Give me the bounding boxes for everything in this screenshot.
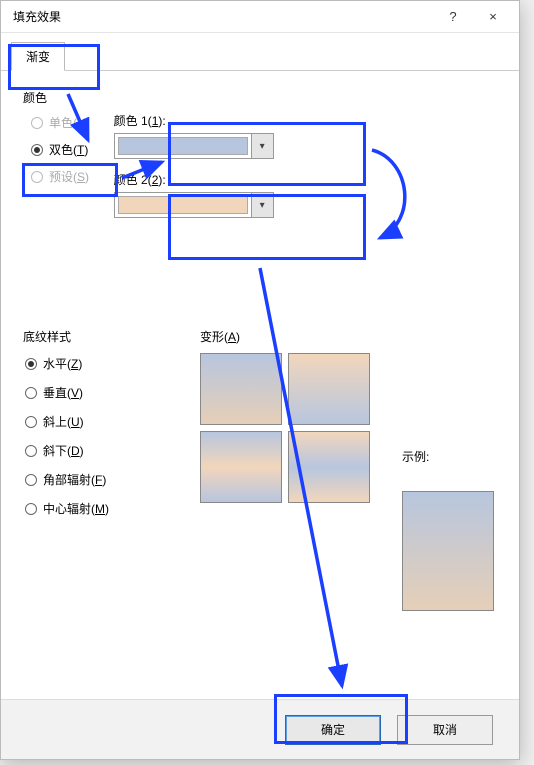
radio-label: 中心辐射(M) — [43, 500, 109, 517]
color1-label: 颜色 1(1): — [114, 112, 274, 129]
colors-area: 单色(N) 双色(T) 预设(S) 颜色 1(1): ▾ — [23, 112, 497, 218]
titlebar[interactable]: 填充效果 ? × — [1, 1, 519, 33]
radio-label: 预设(S) — [49, 168, 89, 185]
radio-label: 双色(T) — [49, 141, 88, 158]
shading-label: 底纹样式 — [23, 328, 178, 345]
color1-dropdown-button[interactable]: ▾ — [251, 134, 273, 158]
dialog-content: 颜色 单色(N) 双色(T) 预设(S) 颜色 1(1): — [1, 71, 519, 699]
fill-effects-dialog: 填充效果 ? × 渐变 颜色 单色(N) 双色(T) — [0, 0, 520, 760]
color2-dropdown-button[interactable]: ▾ — [251, 193, 273, 217]
radio-icon — [25, 445, 37, 457]
titlebar-buttons: ? × — [433, 2, 513, 32]
tab-gradient[interactable]: 渐变 — [11, 42, 65, 71]
radio-vertical[interactable]: 垂直(V) — [25, 384, 178, 401]
shading-styles: 底纹样式 水平(Z) 垂直(V) 斜上(U) — [23, 328, 178, 611]
spacer — [23, 218, 497, 328]
radio-label: 斜下(D) — [43, 442, 84, 459]
variants-label: 变形(A) — [200, 328, 380, 345]
dialog-title: 填充效果 — [13, 8, 61, 25]
example-area: 示例: — [402, 328, 497, 611]
radio-from-center[interactable]: 中心辐射(M) — [25, 500, 178, 517]
color1-row: 颜色 1(1): ▾ — [114, 112, 274, 159]
radio-label: 单色(N) — [49, 114, 90, 131]
color1-swatch — [118, 137, 248, 155]
close-icon: × — [489, 9, 497, 24]
radio-label: 水平(Z) — [43, 355, 82, 372]
radio-two-color[interactable]: 双色(T) — [31, 141, 90, 158]
color1-combo[interactable]: ▾ — [114, 133, 274, 159]
chevron-down-icon: ▾ — [260, 200, 265, 211]
radio-icon — [31, 117, 43, 129]
dialog-footer: 确定 取消 — [1, 699, 519, 759]
variants: 变形(A) — [200, 328, 380, 611]
radio-icon — [31, 144, 43, 156]
radio-icon — [25, 474, 37, 486]
radio-icon — [31, 171, 43, 183]
radio-icon — [25, 358, 37, 370]
radio-horizontal[interactable]: 水平(Z) — [25, 355, 178, 372]
radio-label: 垂直(V) — [43, 384, 83, 401]
radio-label: 角部辐射(F) — [43, 471, 106, 488]
colors-group-label: 颜色 — [23, 89, 497, 106]
color2-row: 颜色 2(2): ▾ — [114, 171, 274, 218]
radio-label: 斜上(U) — [43, 413, 84, 430]
color2-swatch — [118, 196, 248, 214]
variant-1[interactable] — [200, 353, 282, 425]
radio-preset: 预设(S) — [31, 168, 90, 185]
cancel-button[interactable]: 取消 — [397, 715, 493, 745]
variant-4[interactable] — [288, 431, 370, 503]
example-label: 示例: — [402, 448, 497, 465]
variant-2[interactable] — [288, 353, 370, 425]
radio-from-corner[interactable]: 角部辐射(F) — [25, 471, 178, 488]
color-pickers: 颜色 1(1): ▾ 颜色 2(2): ▾ — [114, 112, 274, 218]
help-button[interactable]: ? — [433, 2, 473, 32]
lower-area: 底纹样式 水平(Z) 垂直(V) 斜上(U) — [23, 328, 497, 611]
variant-3[interactable] — [200, 431, 282, 503]
example-preview — [402, 491, 494, 611]
radio-icon — [25, 503, 37, 515]
color2-combo[interactable]: ▾ — [114, 192, 274, 218]
radio-icon — [25, 387, 37, 399]
color-mode-radios: 单色(N) 双色(T) 预设(S) — [23, 112, 90, 218]
color2-label: 颜色 2(2): — [114, 171, 274, 188]
radio-diag-down[interactable]: 斜下(D) — [25, 442, 178, 459]
close-button[interactable]: × — [473, 2, 513, 32]
ok-button[interactable]: 确定 — [285, 715, 381, 745]
radio-icon — [25, 416, 37, 428]
radio-diag-up[interactable]: 斜上(U) — [25, 413, 178, 430]
tab-strip: 渐变 — [1, 33, 519, 71]
chevron-down-icon: ▾ — [260, 141, 265, 152]
help-icon: ? — [449, 9, 456, 24]
radio-single-color: 单色(N) — [31, 114, 90, 131]
